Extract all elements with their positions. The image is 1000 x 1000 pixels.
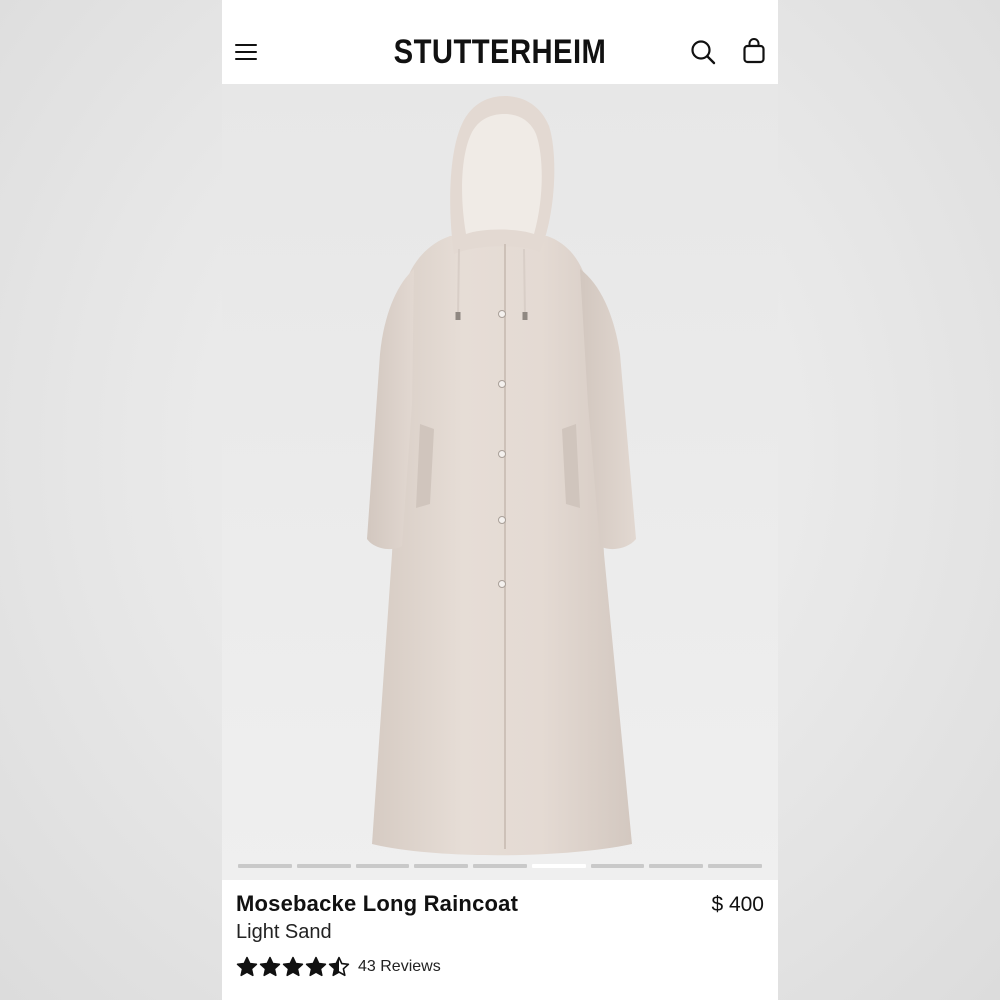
search-icon[interactable] [689,38,717,66]
product-photo-raincoat [367,96,636,856]
gallery-pager-dot[interactable] [531,864,586,868]
product-price: $ 400 [711,893,764,916]
gallery-pager-dot[interactable] [649,864,704,868]
star-half-icon [328,956,350,977]
shopping-bag-icon[interactable] [740,37,768,65]
gallery-pager-dot[interactable] [473,864,527,868]
brand-logo[interactable]: STUTTERHEIM [261,32,739,72]
star-full-icon [282,956,304,977]
product-info: Mosebacke Long Raincoat $ 400 Light Sand… [222,880,778,1000]
product-image-gallery[interactable] [222,84,778,880]
product-color: Light Sand [236,921,332,943]
phone-screen: STUTTERHEIM Mosebacke Long Raincoat $ 40… [222,0,778,1000]
image-pager [238,864,763,868]
product-title[interactable]: Mosebacke Long Raincoat [236,891,518,917]
gallery-pager-dot[interactable] [238,864,292,868]
gallery-pager-dot[interactable] [355,864,410,868]
reviews-count-link[interactable]: 43 Reviews [358,958,441,976]
gallery-pager-dot[interactable] [414,864,469,868]
top-navigation-bar: STUTTERHEIM [222,0,778,84]
hamburger-menu-icon[interactable] [234,40,258,64]
star-rating [236,956,350,978]
gallery-pager-dot[interactable] [708,864,763,868]
gallery-pager-dot[interactable] [590,864,645,868]
rating-summary[interactable]: 43 Reviews [236,955,441,979]
star-full-icon [259,956,281,977]
star-full-icon [305,956,327,977]
gallery-pager-dot[interactable] [296,864,351,868]
star-full-icon [236,956,258,977]
